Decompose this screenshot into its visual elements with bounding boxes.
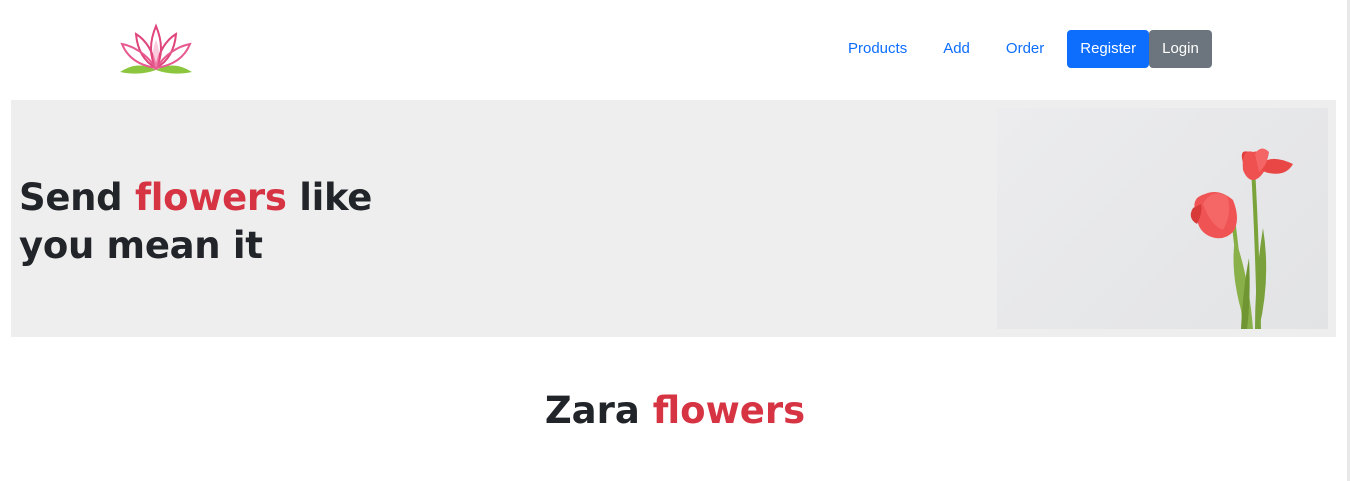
lotus-logo-icon[interactable]: [118, 22, 194, 78]
nav-link-products[interactable]: Products: [830, 30, 925, 68]
nav-links: Products Add Order Register Login: [830, 30, 1212, 68]
section-title-accent: flowers: [652, 389, 806, 432]
navbar: Products Add Order Register Login: [0, 0, 1350, 100]
nav-link-order[interactable]: Order: [988, 30, 1062, 68]
register-button[interactable]: Register: [1067, 30, 1150, 68]
hero-title: Send flowers like you mean it: [19, 174, 379, 270]
hero-title-accent: flowers: [134, 176, 287, 219]
section-title-part1: Zara: [544, 389, 653, 432]
hero-title-part1: Send: [19, 176, 135, 219]
tulips-image: [997, 108, 1328, 329]
section-title: Zara flowers: [0, 386, 1350, 436]
nav-link-add[interactable]: Add: [925, 30, 988, 68]
login-button[interactable]: Login: [1149, 30, 1212, 68]
hero-banner: Send flowers like you mean it: [11, 100, 1336, 337]
